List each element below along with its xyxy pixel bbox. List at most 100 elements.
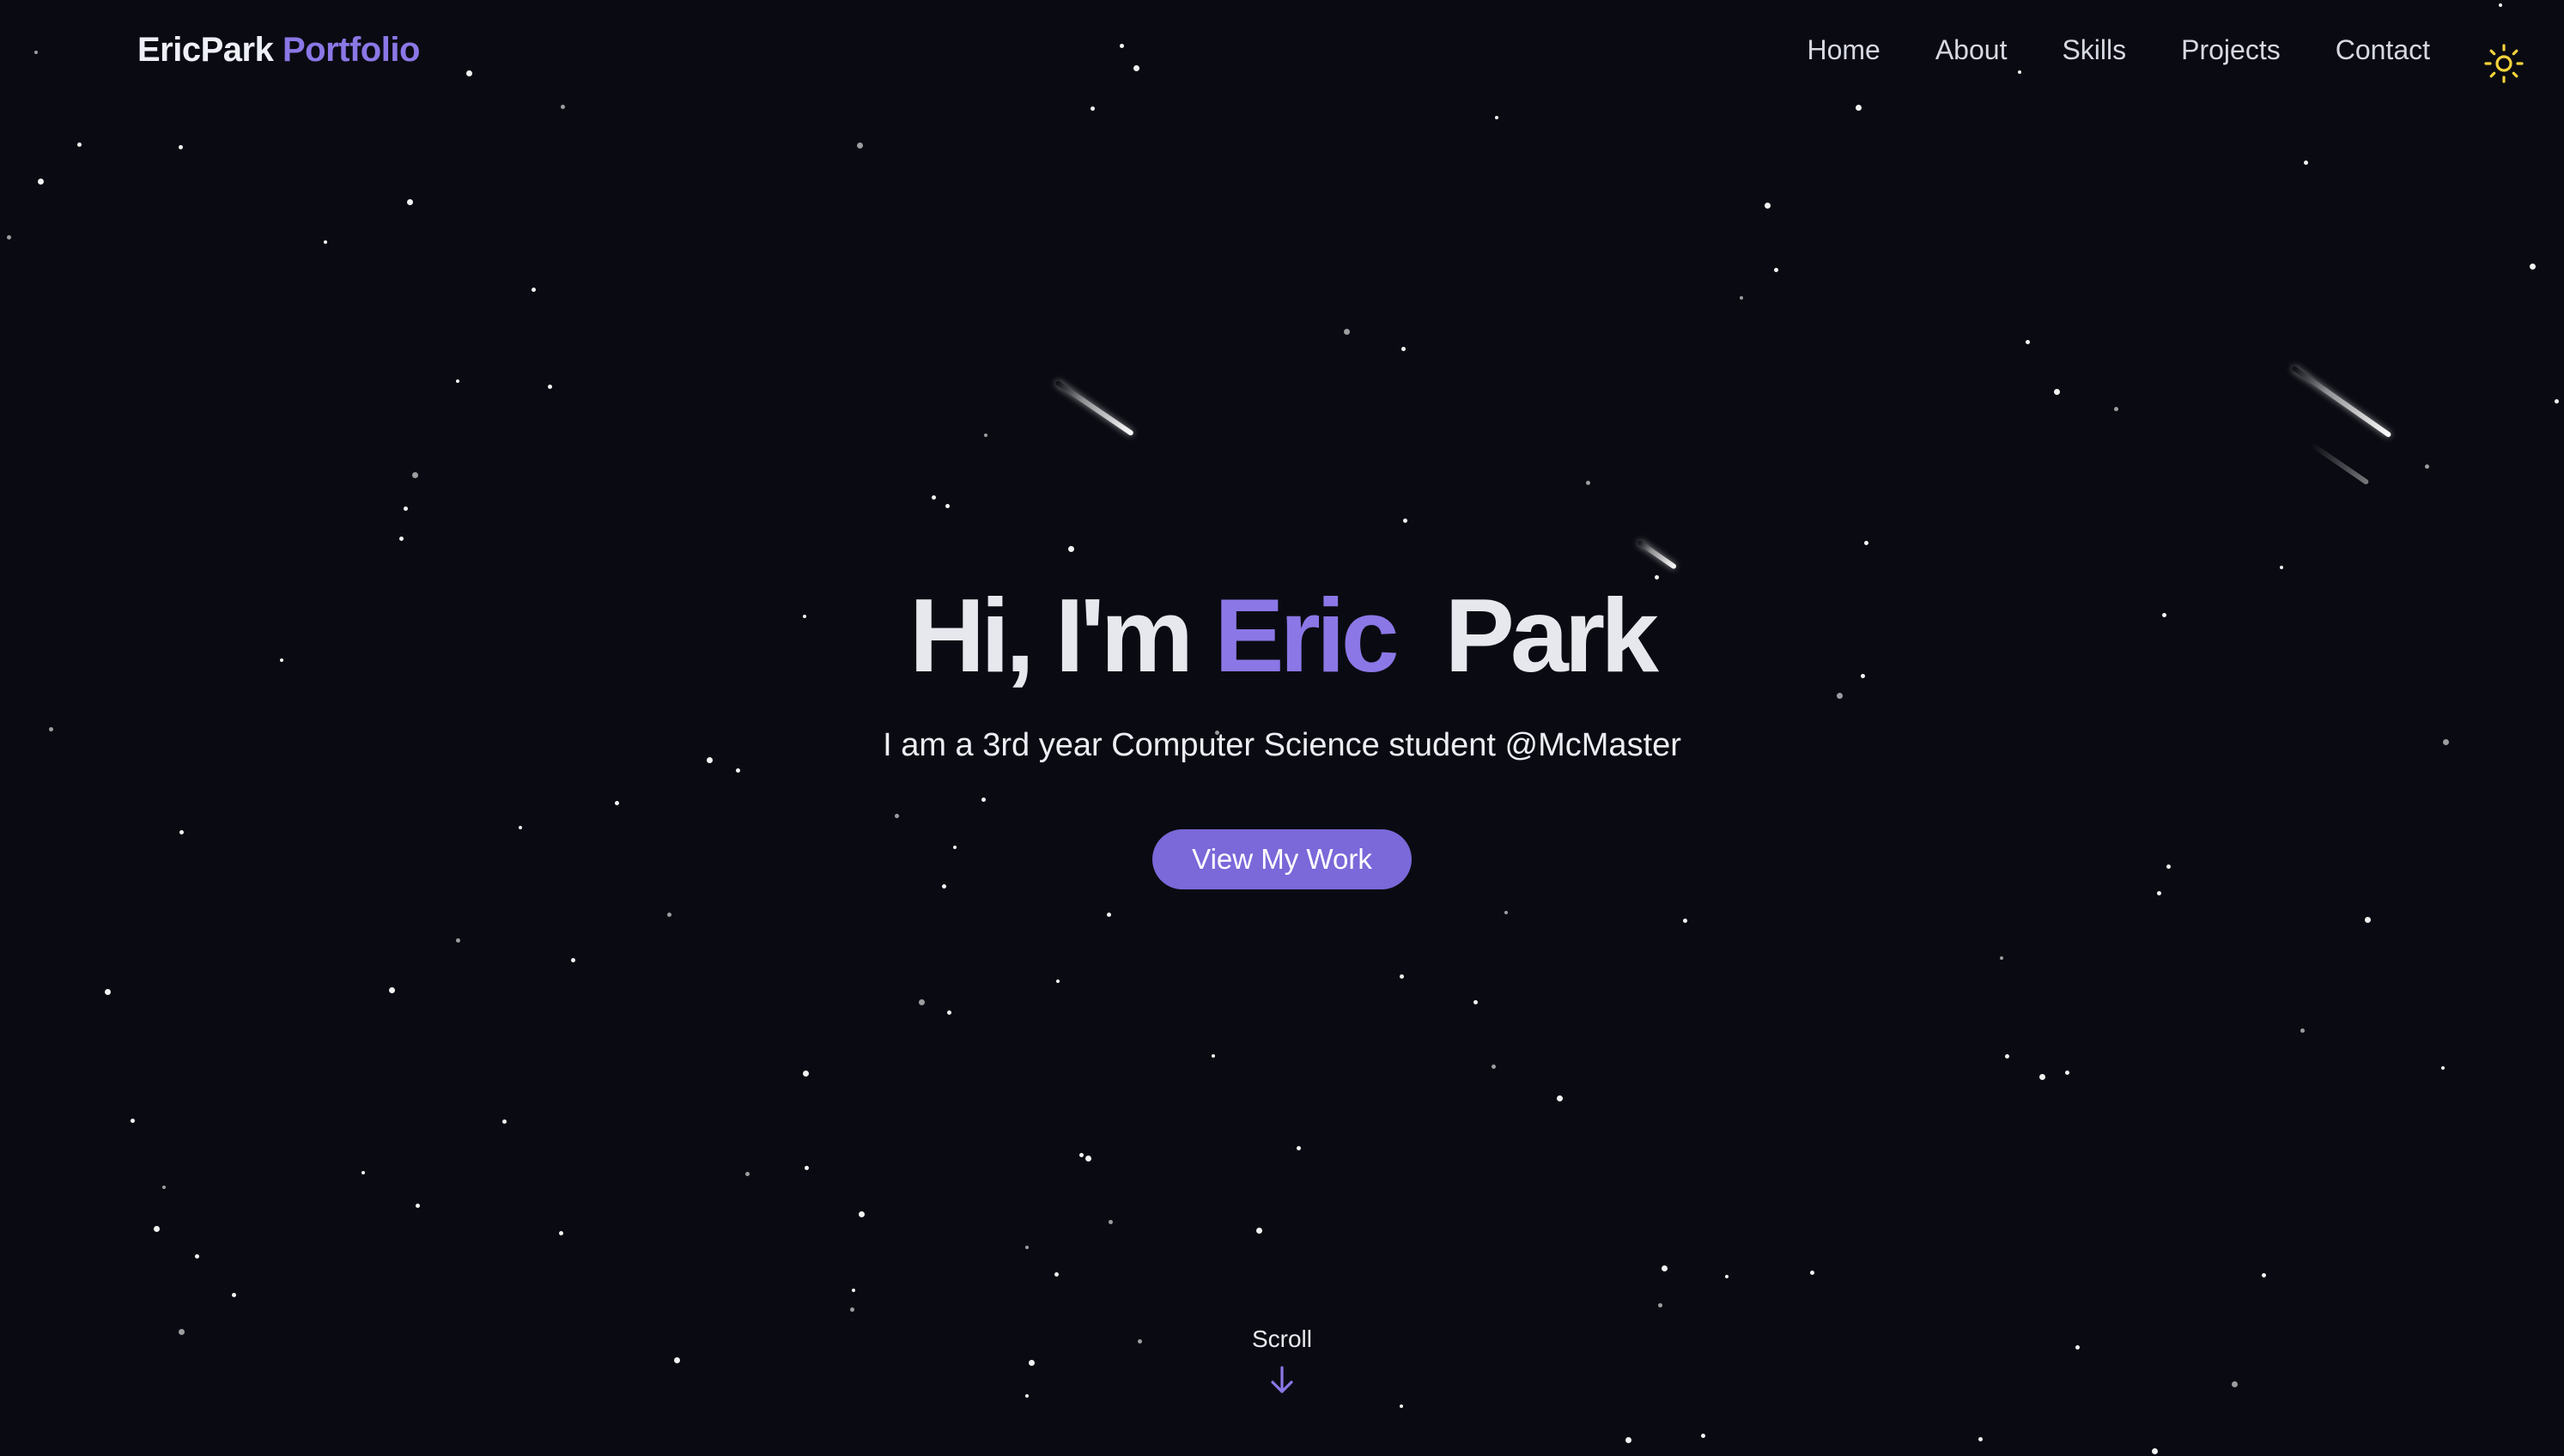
star: [179, 145, 183, 149]
star: [2000, 956, 2003, 960]
star: [2026, 340, 2030, 344]
star: [932, 495, 936, 500]
star: [2039, 1074, 2045, 1080]
star: [1344, 329, 1350, 335]
star: [38, 179, 44, 185]
star: [1400, 974, 1404, 979]
hero-greeting: Hi, I'm: [908, 577, 1194, 694]
scroll-label: Scroll: [1251, 1326, 1312, 1352]
star: [2441, 1066, 2445, 1070]
star: [1068, 546, 1074, 552]
star: [1504, 911, 1508, 914]
star: [456, 938, 460, 943]
star: [162, 1186, 166, 1189]
shooting-star: [1054, 379, 1134, 437]
hero-subtitle: I am a 3rd year Computer Science student…: [883, 727, 1681, 763]
star: [404, 507, 408, 511]
star: [1079, 1153, 1084, 1157]
star: [77, 143, 82, 147]
star: [859, 1211, 865, 1217]
star: [984, 434, 987, 437]
top-navbar: EricPark Portfolio Home About Skills Pro…: [0, 0, 2564, 108]
shooting-star: [2309, 441, 2370, 486]
star: [2005, 1054, 2009, 1059]
star: [324, 240, 327, 244]
star: [2530, 264, 2536, 270]
hero-section: Hi, I'm Eric Park I am a 3rd year Comput…: [0, 567, 2564, 889]
star: [1740, 296, 1743, 300]
star: [745, 1172, 750, 1176]
star: [1212, 1054, 1215, 1058]
theme-toggle-button[interactable]: [2483, 43, 2525, 84]
shooting-star: [1637, 539, 1678, 570]
nav-link-home[interactable]: Home: [1807, 34, 1880, 66]
star: [412, 472, 418, 478]
star: [1256, 1228, 1262, 1234]
star: [850, 1307, 854, 1312]
star: [1586, 481, 1590, 485]
star: [456, 379, 459, 383]
star: [1810, 1271, 1814, 1275]
star: [1774, 268, 1778, 272]
star: [1056, 980, 1060, 983]
star: [667, 913, 671, 917]
nav-link-projects[interactable]: Projects: [2181, 34, 2281, 66]
star: [7, 235, 11, 240]
nav-link-contact[interactable]: Contact: [2336, 34, 2430, 66]
star: [1401, 347, 1406, 351]
brand-logo[interactable]: EricPark Portfolio: [137, 31, 420, 70]
star: [1765, 203, 1771, 209]
star: [857, 143, 863, 149]
star: [1403, 519, 1407, 523]
star: [1492, 1065, 1496, 1069]
scroll-indicator[interactable]: Scroll: [0, 1326, 2564, 1398]
star: [502, 1119, 507, 1124]
star: [1085, 1156, 1091, 1162]
nav-link-about[interactable]: About: [1935, 34, 2008, 66]
star: [2425, 464, 2429, 469]
star: [389, 987, 395, 993]
star: [803, 1071, 809, 1077]
portfolio-page: EricPark Portfolio Home About Skills Pro…: [0, 0, 2564, 1456]
star: [2114, 407, 2118, 411]
star: [1683, 919, 1687, 923]
star: [805, 1166, 809, 1170]
star: [407, 199, 413, 205]
star: [919, 999, 925, 1005]
star: [195, 1254, 199, 1259]
star: [1625, 1437, 1631, 1443]
star: [947, 1010, 951, 1015]
star: [416, 1204, 420, 1208]
star: [154, 1226, 160, 1232]
star: [2065, 1071, 2069, 1075]
star: [559, 1231, 563, 1235]
star: [1297, 1146, 1301, 1150]
star: [1400, 1404, 1403, 1408]
arrow-down-icon: [1271, 1366, 1293, 1393]
star: [852, 1289, 855, 1292]
star: [399, 537, 404, 541]
star: [1557, 1095, 1563, 1101]
star: [1658, 1303, 1662, 1307]
star: [131, 1119, 135, 1123]
star: [1662, 1265, 1668, 1271]
star: [362, 1171, 365, 1174]
view-my-work-button[interactable]: View My Work: [1152, 829, 1412, 889]
star: [532, 288, 536, 292]
nav-link-skills[interactable]: Skills: [2062, 34, 2126, 66]
star: [1054, 1272, 1059, 1277]
star: [1109, 1220, 1113, 1224]
brand-name: EricPark: [137, 31, 274, 69]
star: [1864, 541, 1868, 545]
star: [548, 385, 552, 389]
nav-links: Home About Skills Projects Contact: [1807, 34, 2430, 66]
hero-last-name: Park: [1444, 577, 1659, 694]
star: [1495, 116, 1498, 119]
star: [2262, 1273, 2266, 1277]
star: [1473, 1000, 1478, 1004]
star: [2365, 917, 2371, 923]
shooting-star: [2291, 365, 2392, 439]
star: [2157, 891, 2161, 895]
star: [2152, 1448, 2158, 1454]
star: [2054, 389, 2060, 395]
